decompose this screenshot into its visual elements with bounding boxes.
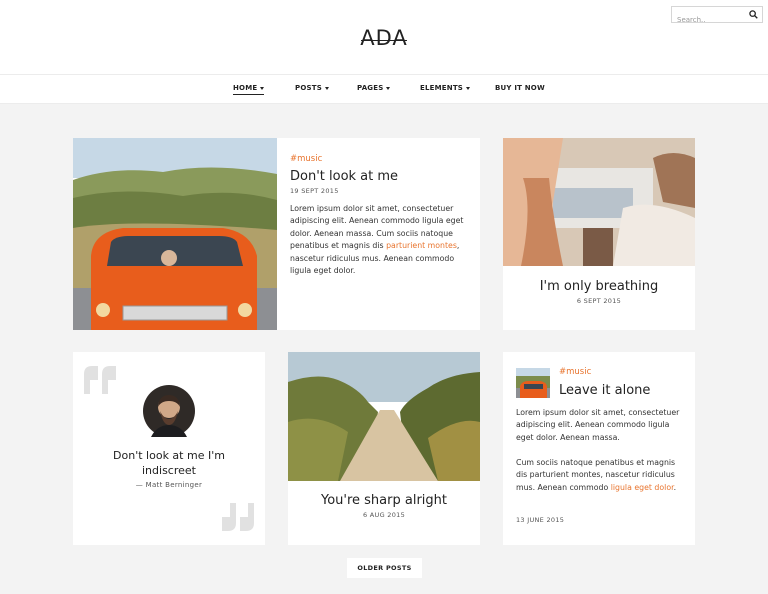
search-box — [671, 6, 763, 28]
post-thumbnail-van[interactable] — [516, 368, 550, 398]
avatar — [143, 385, 195, 437]
nav-buy-it-now[interactable]: BUY IT NOW — [495, 84, 545, 92]
excerpt-text-end: . — [673, 482, 677, 492]
site-logo[interactable]: ADA — [0, 26, 768, 50]
post-image-dirt-road[interactable] — [288, 352, 480, 481]
post-card-breathing: I'm only breathing 6 SEPT 2015 — [503, 138, 695, 330]
post-card-sharp: You're sharp alright 6 AUG 2015 — [288, 352, 480, 545]
post-card-featured: #music Don't look at me 19 SEPT 2015 Lor… — [73, 138, 480, 330]
search-input[interactable] — [672, 12, 746, 28]
logo-strike-line — [361, 40, 407, 41]
chevron-down-icon — [260, 86, 265, 90]
post-date: 6 AUG 2015 — [362, 511, 406, 519]
post-tag[interactable]: #music — [290, 154, 465, 164]
post-image-orange-van[interactable] — [73, 138, 277, 330]
quote-author: — Matt Berninger — [135, 481, 203, 489]
excerpt-link[interactable]: ligula eget dolor — [611, 483, 674, 492]
nav-elements[interactable]: ELEMENTS — [420, 84, 471, 92]
post-date: 19 SEPT 2015 — [290, 187, 339, 195]
quote-close-icon — [222, 503, 254, 531]
quote-open-icon — [84, 366, 116, 394]
post-card-leave: #music Leave it alone Lorem ipsum dolor … — [503, 352, 695, 545]
nav-home[interactable]: HOME — [233, 84, 265, 95]
quote-card: Don't look at me I'm indiscreet — Matt B… — [73, 352, 265, 545]
main-nav: HOME POSTS PAGES ELEMENTS BUY IT NOW — [0, 74, 768, 104]
post-tag[interactable]: #music — [559, 367, 591, 377]
nav-buy-label: BUY IT NOW — [495, 84, 545, 92]
post-title[interactable]: Leave it alone — [559, 383, 650, 398]
post-excerpt: Lorem ipsum dolor sit amet, consectetuer… — [290, 203, 465, 277]
post-title[interactable]: You're sharp alright — [288, 493, 480, 508]
post-image-crowd[interactable] — [503, 138, 695, 266]
nav-pages[interactable]: PAGES — [357, 84, 391, 92]
post-excerpt: Lorem ipsum dolor sit amet, consectetuer… — [516, 408, 680, 442]
quote-text[interactable]: Don't look at me I'm indiscreet — [93, 448, 245, 478]
chevron-down-icon — [466, 86, 471, 90]
chevron-down-icon — [324, 86, 329, 90]
nav-posts-label: POSTS — [295, 84, 322, 92]
post-title[interactable]: I'm only breathing — [503, 279, 695, 294]
post-excerpt-2: Cum sociis natoque penatibus et magnis d… — [516, 457, 686, 494]
nav-pages-label: PAGES — [357, 84, 384, 92]
nav-elements-label: ELEMENTS — [420, 84, 464, 92]
site-header: ADA — [0, 0, 768, 74]
chevron-down-icon — [386, 86, 391, 90]
search-icon[interactable] — [749, 10, 758, 19]
older-posts-button[interactable]: OLDER POSTS — [347, 558, 422, 578]
nav-posts[interactable]: POSTS — [295, 84, 329, 92]
nav-home-label: HOME — [233, 84, 258, 92]
post-title[interactable]: Don't look at me — [290, 169, 465, 184]
post-date: 6 SEPT 2015 — [576, 297, 622, 305]
excerpt-link[interactable]: parturient montes — [386, 241, 457, 250]
post-date: 13 JUNE 2015 — [516, 516, 565, 524]
